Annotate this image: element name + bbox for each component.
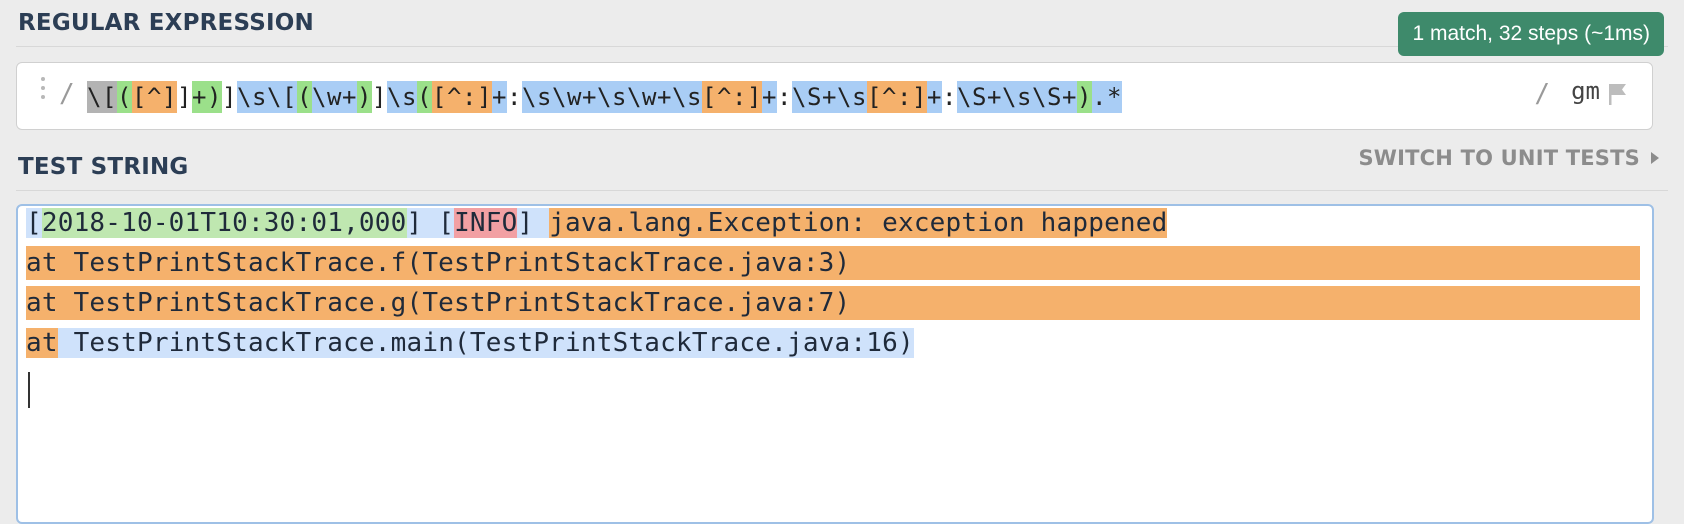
drag-handle-icon[interactable]: [39, 77, 47, 111]
regex-token: ]: [222, 83, 237, 111]
regex-section-title: REGULAR EXPRESSION: [18, 10, 314, 36]
test-line-2: at TestPrintStackTrace.f(TestPrintStackT…: [26, 246, 1640, 280]
text-caret: [28, 372, 30, 408]
group-2-level: INFO: [454, 208, 518, 238]
regex-token: +: [492, 81, 507, 113]
regex-token: [^:]: [702, 81, 762, 113]
section-divider: [16, 190, 1668, 191]
regex-token: \w+: [312, 81, 357, 113]
regex-token: \S+\s\S+: [957, 81, 1077, 113]
regex-token: \s\w+\s\w+\s: [522, 81, 702, 113]
test-line-4: at TestPrintStackTrace.main(TestPrintSta…: [26, 326, 914, 360]
regex-token: :: [942, 83, 957, 111]
regex-token: \[: [87, 81, 117, 113]
regex-token: \S+\s: [792, 81, 867, 113]
regex-open-delimiter: /: [59, 79, 75, 109]
regex-token: (: [417, 81, 432, 113]
regex-token: ): [1077, 81, 1092, 113]
regex-token: ]: [177, 83, 192, 111]
regex-token: :: [507, 83, 522, 111]
regex-token: \s\[: [237, 81, 297, 113]
match-text: TestPrintStackTrace.main(TestPrintStackT…: [57, 328, 914, 358]
regex-close-delimiter: /: [1534, 79, 1550, 109]
switch-to-unit-tests-link[interactable]: SWITCH TO UNIT TESTS: [1358, 146, 1640, 170]
test-string-title: TEST STRING: [18, 154, 189, 180]
test-string-input[interactable]: [2018-10-01T10:30:01,000] [INFO] java.la…: [16, 204, 1654, 524]
regex-token: (: [117, 81, 132, 113]
match-text: [: [26, 208, 42, 238]
match-info-badge: 1 match, 32 steps (~1ms): [1398, 12, 1664, 56]
regex-token: (: [297, 81, 312, 113]
match-text: ]: [517, 208, 550, 238]
chevron-right-icon[interactable]: [1648, 150, 1662, 166]
regex-token: \s: [387, 81, 417, 113]
group-1-timestamp: 2018-10-01T10:30:01,000: [41, 208, 407, 238]
flag-icon[interactable]: [1606, 81, 1630, 107]
regex-token: +): [192, 81, 222, 113]
regex-token: [^:]: [432, 81, 492, 113]
regex-input[interactable]: / \[([^]]+)]\s\[(\w+)]\s([^:]+:\s\w+\s\w…: [16, 62, 1653, 130]
group-3-message: java.lang.Exception: exception happened: [549, 208, 1168, 238]
match-text: ] [: [406, 208, 455, 238]
regex-token: +: [762, 81, 777, 113]
regex-token: +: [927, 81, 942, 113]
regex-token: ): [357, 81, 372, 113]
regex-token: [^]: [132, 81, 177, 113]
test-line-3: at TestPrintStackTrace.g(TestPrintStackT…: [26, 286, 1640, 320]
regex-token: ]: [372, 83, 387, 111]
regex-token: [^:]: [867, 81, 927, 113]
regex-pattern[interactable]: \[([^]]+)]\s\[(\w+)]\s([^:]+:\s\w+\s\w+\…: [87, 78, 1122, 116]
group-3-prefix: at: [26, 328, 58, 358]
regex-token: :: [777, 83, 792, 111]
regex-flags[interactable]: gm: [1571, 77, 1600, 105]
regex-token: .*: [1092, 81, 1122, 113]
test-line-1: [2018-10-01T10:30:01,000] [INFO] java.la…: [26, 206, 1640, 240]
